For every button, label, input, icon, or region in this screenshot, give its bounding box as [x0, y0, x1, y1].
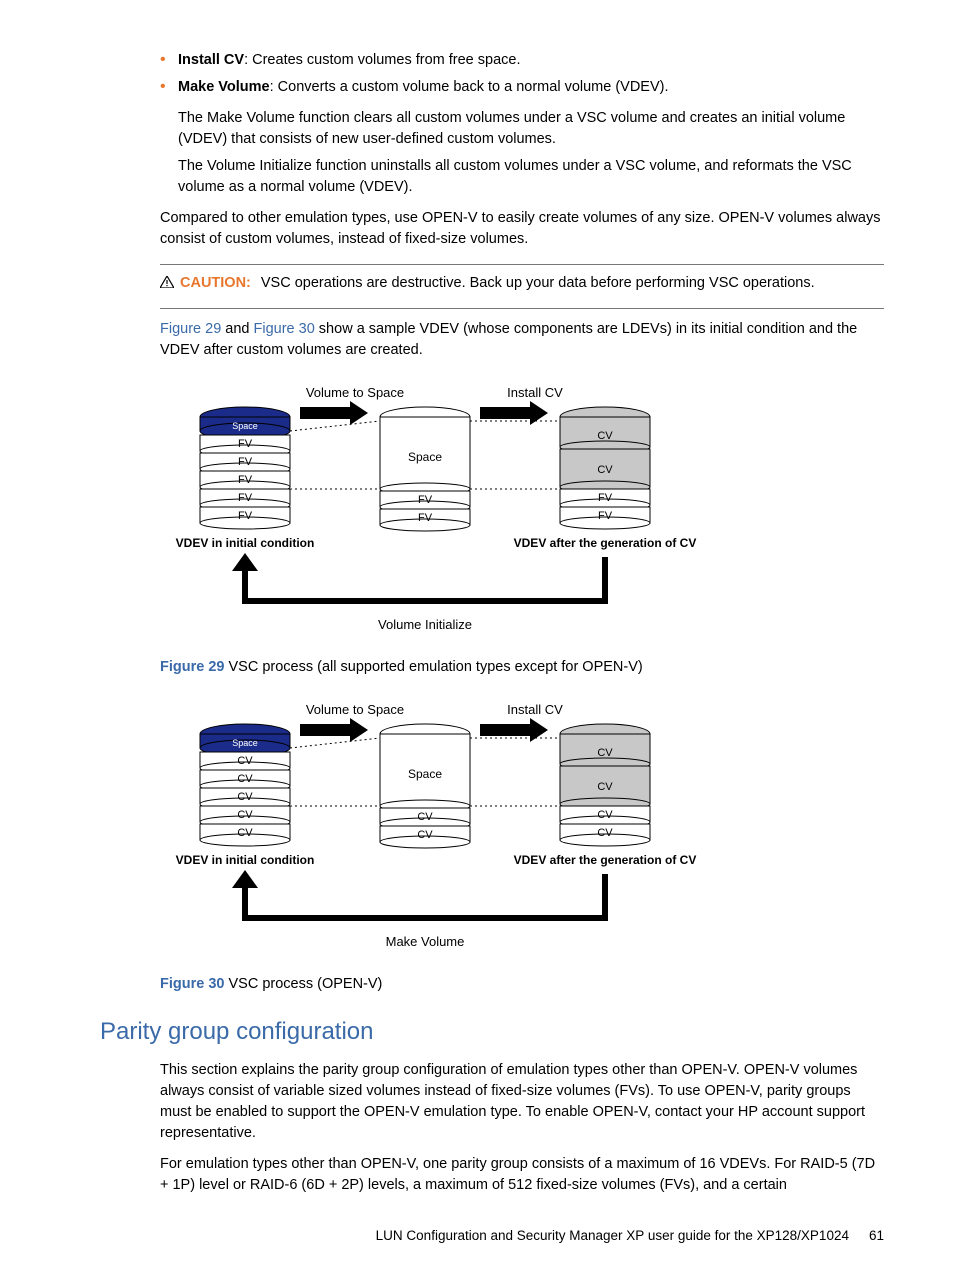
bullet-list: Install CV: Creates custom volumes from … [160, 50, 884, 98]
parity-para-1: This section explains the parity group c… [160, 1060, 884, 1144]
cv-label: CV [597, 430, 613, 442]
caution-label: CAUTION: [180, 273, 251, 294]
divider [160, 264, 884, 265]
figure-30-svg: Volume to Space Install CV Space CV CV C… [160, 698, 720, 968]
fig-text: VSC process (OPEN-V) [224, 976, 382, 992]
cv-label: CV [237, 791, 253, 803]
caption-right: VDEV after the generation of CV [514, 853, 697, 867]
parity-para-2: For emulation types other than OPEN-V, o… [160, 1154, 884, 1196]
fig-label: Figure 30 [160, 976, 224, 992]
cv-label: CV [237, 827, 253, 839]
fv-label: FV [238, 492, 253, 504]
text: and [221, 321, 253, 337]
cv-label: CV [417, 811, 433, 823]
fv-label: FV [238, 510, 253, 522]
cv-label: CV [597, 809, 613, 821]
caption-left: VDEV in initial condition [176, 536, 315, 550]
label-volume-to-space: Volume to Space [306, 702, 404, 717]
subpara-make-volume: The Make Volume function clears all cust… [178, 108, 884, 150]
label-volume-initialize: Volume Initialize [378, 617, 472, 632]
figref-30: Figure 30 [254, 321, 315, 337]
cv-label: CV [597, 827, 613, 839]
footer-title: LUN Configuration and Security Manager X… [376, 1226, 849, 1246]
caution-block: CAUTION: VSC operations are destructive.… [160, 273, 884, 294]
term: Make Volume [178, 79, 270, 95]
footer-page-number: 61 [869, 1226, 884, 1246]
desc: : Converts a custom volume back to a nor… [270, 79, 669, 95]
para-compare: Compared to other emulation types, use O… [160, 208, 884, 250]
cv-label: CV [237, 773, 253, 785]
figref-29: Figure 29 [160, 321, 221, 337]
caution-text: VSC operations are destructive. Back up … [261, 273, 815, 294]
label-space: Space [408, 450, 442, 464]
cv-label: CV [417, 829, 433, 841]
subpara-volume-initialize: The Volume Initialize function uninstall… [178, 156, 884, 198]
figure-29-svg: Volume to Space Install CV Space FV FV [160, 381, 720, 651]
caption-left: VDEV in initial condition [176, 853, 315, 867]
section-heading-parity: Parity group configuration [100, 1015, 884, 1050]
fig-text: VSC process (all supported emulation typ… [224, 659, 642, 675]
bullet-item-install-cv: Install CV: Creates custom volumes from … [160, 50, 884, 71]
cylinder-left: Space CV CV CV CV CV [200, 724, 290, 846]
cv-label: CV [597, 747, 613, 759]
cv-label: CV [597, 464, 613, 476]
term: Install CV [178, 52, 244, 68]
cylinder-right: CV CV FV FV [560, 407, 650, 529]
cylinder-right: CV CV CV CV [560, 724, 650, 846]
label-make-volume: Make Volume [386, 934, 465, 949]
para-fig-intro: Figure 29 and Figure 30 show a sample VD… [160, 319, 884, 361]
fv-label: FV [238, 438, 253, 450]
fv-label: FV [598, 492, 613, 504]
caution-icon [160, 276, 174, 288]
cylinder-middle: Space FV FV [380, 407, 470, 531]
label-volume-to-space: Volume to Space [306, 385, 404, 400]
fig-label: Figure 29 [160, 659, 224, 675]
figure-29-caption: Figure 29 VSC process (all supported emu… [160, 657, 884, 678]
divider [160, 308, 884, 309]
fv-label: FV [598, 510, 613, 522]
cv-label: CV [597, 781, 613, 793]
cylinder-left: Space FV FV FV FV [200, 407, 290, 529]
desc: : Creates custom volumes from free space… [244, 52, 520, 68]
label-install-cv: Install CV [507, 385, 563, 400]
label-space: Space [232, 738, 258, 748]
figure-30-caption: Figure 30 VSC process (OPEN-V) [160, 974, 884, 995]
label-install-cv: Install CV [507, 702, 563, 717]
fv-label: FV [418, 512, 433, 524]
caption-right: VDEV after the generation of CV [514, 536, 697, 550]
figure-29: Volume to Space Install CV Space FV FV [160, 381, 884, 651]
page-footer: LUN Configuration and Security Manager X… [110, 1226, 884, 1246]
cv-label: CV [237, 755, 253, 767]
bullet-item-make-volume: Make Volume: Converts a custom volume ba… [160, 77, 884, 98]
figure-30: Volume to Space Install CV Space CV CV C… [160, 698, 884, 968]
fv-label: FV [418, 494, 433, 506]
fv-label: FV [238, 474, 253, 486]
label-space: Space [408, 767, 442, 781]
fv-label: FV [238, 456, 253, 468]
label-space: Space [232, 421, 258, 431]
cv-label: CV [237, 809, 253, 821]
cylinder-middle: Space CV CV [380, 724, 470, 848]
